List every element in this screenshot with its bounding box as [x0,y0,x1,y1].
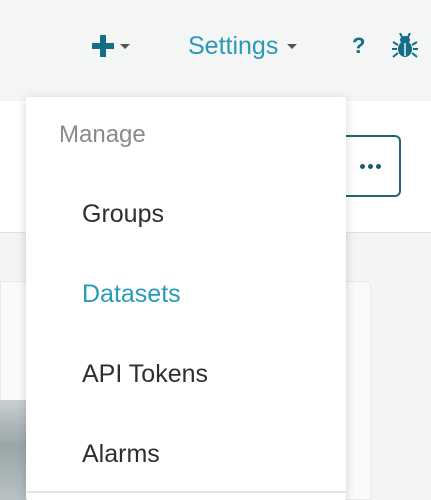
top-navbar: Settings ? [0,0,431,97]
dropdown-header: Manage [59,121,146,148]
menu-item-datasets[interactable]: Datasets [82,280,181,309]
settings-label: Settings [188,31,279,60]
help-icon: ? [352,33,366,58]
menu-item-alarms[interactable]: Alarms [82,440,160,469]
add-menu-button[interactable] [92,30,130,62]
menu-divider [26,491,346,493]
help-button[interactable]: ? [352,30,365,62]
chevron-down-icon [120,43,130,49]
settings-dropdown-menu: Manage Groups Datasets API Tokens Alarms [26,97,346,500]
more-horizontal-icon [360,163,381,169]
plus-icon [92,35,114,57]
settings-menu-button[interactable]: Settings [188,30,298,62]
chevron-down-icon [287,43,298,49]
menu-item-groups[interactable]: Groups [82,200,164,229]
bug-report-button[interactable] [392,30,418,62]
bug-icon [392,33,418,58]
menu-item-api-tokens[interactable]: API Tokens [82,360,208,389]
